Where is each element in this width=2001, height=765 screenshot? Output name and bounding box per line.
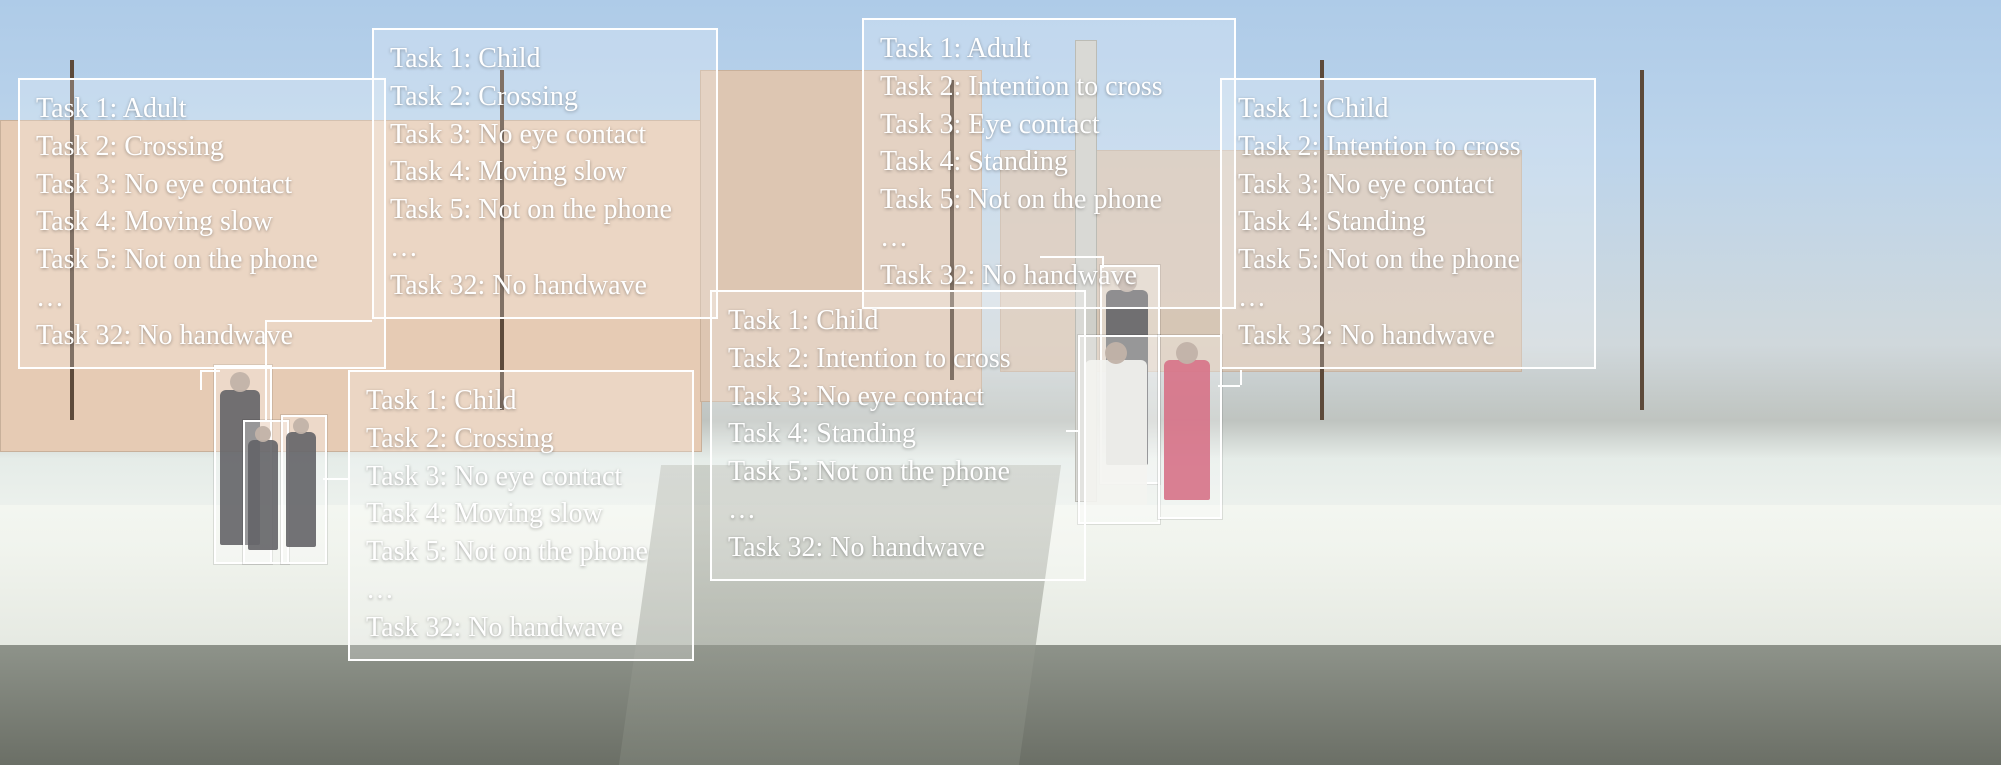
- task-label: Task: [366, 385, 418, 416]
- task-value: 3: No eye contact: [95, 169, 292, 200]
- task-value: 4: Moving slow: [449, 156, 626, 187]
- task-label: Task: [36, 320, 88, 351]
- annotation-panel-child-white: Task 1: Child Task 2: Intention to cross…: [710, 290, 1086, 581]
- task-label: Task: [1238, 93, 1290, 124]
- task-label: Task: [366, 536, 418, 567]
- task-label: Task: [36, 131, 88, 162]
- task-label: Task: [1238, 320, 1290, 351]
- task-label: Task: [1238, 131, 1290, 162]
- task-label: Task: [1238, 244, 1290, 275]
- ellipsis: …: [880, 219, 1218, 257]
- annotation-panel-child-pink: Task 1: Child Task 2: Intention to cross…: [1220, 78, 1596, 369]
- task-label: Task: [728, 343, 780, 374]
- task-value: 3: No eye contact: [1297, 169, 1494, 200]
- ellipsis: …: [728, 491, 1068, 529]
- task-value: 5: Not on the phone: [425, 536, 647, 567]
- task-value: 4: Standing: [939, 146, 1067, 177]
- task-label: Task: [390, 43, 442, 74]
- task-value: 2: Intention to cross: [1297, 131, 1520, 162]
- task-value: 2: Crossing: [425, 423, 553, 454]
- task-value: 5: Not on the phone: [95, 244, 317, 275]
- ellipsis: …: [1238, 279, 1578, 317]
- task-value: 3: No eye contact: [425, 461, 622, 492]
- connector: [1240, 370, 1242, 385]
- task-label: Task: [880, 184, 932, 215]
- ellipsis: …: [36, 279, 368, 317]
- connector: [1066, 430, 1080, 432]
- task-label: Task: [390, 81, 442, 112]
- task-label: Task: [36, 93, 88, 124]
- task-label: Task: [36, 169, 88, 200]
- task-label: Task: [728, 305, 780, 336]
- task-label: Task: [390, 156, 442, 187]
- connector: [1040, 256, 1104, 258]
- task-label: Task: [366, 498, 418, 529]
- task-value: 1: Child: [1297, 93, 1388, 124]
- task-label: Task: [880, 260, 932, 291]
- task-value: 5: Not on the phone: [787, 456, 1009, 487]
- connector: [265, 320, 372, 322]
- task-value: 32: No handwave: [425, 612, 623, 643]
- task-value: 1: Child: [787, 305, 878, 336]
- task-value: 3: No eye contact: [449, 119, 646, 150]
- task-value: 32: No handwave: [939, 260, 1137, 291]
- ellipsis: …: [366, 571, 676, 609]
- annotation-panel-adult-left: Task 1: Adult Task 2: Crossing Task 3: N…: [18, 78, 386, 369]
- task-label: Task: [36, 206, 88, 237]
- task-value: 2: Crossing: [95, 131, 223, 162]
- task-value: 2: Crossing: [449, 81, 577, 112]
- task-label: Task: [390, 194, 442, 225]
- task-label: Task: [390, 119, 442, 150]
- tree: [1640, 70, 1644, 410]
- task-value: 1: Child: [425, 385, 516, 416]
- task-value: 5: Not on the phone: [1297, 244, 1519, 275]
- task-label: Task: [366, 461, 418, 492]
- task-value: 32: No handwave: [95, 320, 293, 351]
- bbox-child-pink: [1158, 335, 1222, 519]
- bbox-child-left-b: [281, 415, 327, 564]
- annotation-panel-child-left-a: Task 1: Child Task 2: Crossing Task 3: N…: [372, 28, 718, 319]
- task-label: Task: [728, 532, 780, 563]
- bbox-child-white: [1078, 335, 1160, 524]
- task-value: 5: Not on the phone: [449, 194, 671, 225]
- annotation-panel-adult-right: Task 1: Adult Task 2: Intention to cross…: [862, 18, 1236, 309]
- connector: [200, 370, 220, 372]
- task-value: 1: Child: [449, 43, 540, 74]
- connector: [200, 370, 202, 390]
- task-label: Task: [728, 381, 780, 412]
- connector: [1218, 385, 1240, 387]
- task-label: Task: [728, 456, 780, 487]
- connector: [265, 320, 267, 420]
- task-label: Task: [880, 146, 932, 177]
- connector: [323, 478, 348, 480]
- task-value: 4: Moving slow: [95, 206, 272, 237]
- task-value: 3: No eye contact: [787, 381, 984, 412]
- task-value: 5: Not on the phone: [939, 184, 1161, 215]
- task-value: 32: No handwave: [449, 270, 647, 301]
- task-value: 32: No handwave: [787, 532, 985, 563]
- task-value: 1: Adult: [95, 93, 186, 124]
- task-label: Task: [880, 33, 932, 64]
- task-value: 2: Intention to cross: [787, 343, 1010, 374]
- task-value: 4: Moving slow: [425, 498, 602, 529]
- scene-photo: Task 1: Adult Task 2: Crossing Task 3: N…: [0, 0, 2001, 765]
- task-value: 4: Standing: [787, 418, 915, 449]
- task-value: 1: Adult: [939, 33, 1030, 64]
- task-label: Task: [366, 423, 418, 454]
- task-label: Task: [1238, 169, 1290, 200]
- task-label: Task: [880, 109, 932, 140]
- task-label: Task: [880, 71, 932, 102]
- task-label: Task: [366, 612, 418, 643]
- task-label: Task: [728, 418, 780, 449]
- task-value: 2: Intention to cross: [939, 71, 1162, 102]
- task-label: Task: [1238, 206, 1290, 237]
- task-value: 3: Eye contact: [939, 109, 1099, 140]
- ellipsis: …: [390, 229, 700, 267]
- annotation-panel-child-left-b: Task 1: Child Task 2: Crossing Task 3: N…: [348, 370, 694, 661]
- task-label: Task: [36, 244, 88, 275]
- task-value: 32: No handwave: [1297, 320, 1495, 351]
- task-label: Task: [390, 270, 442, 301]
- task-value: 4: Standing: [1297, 206, 1425, 237]
